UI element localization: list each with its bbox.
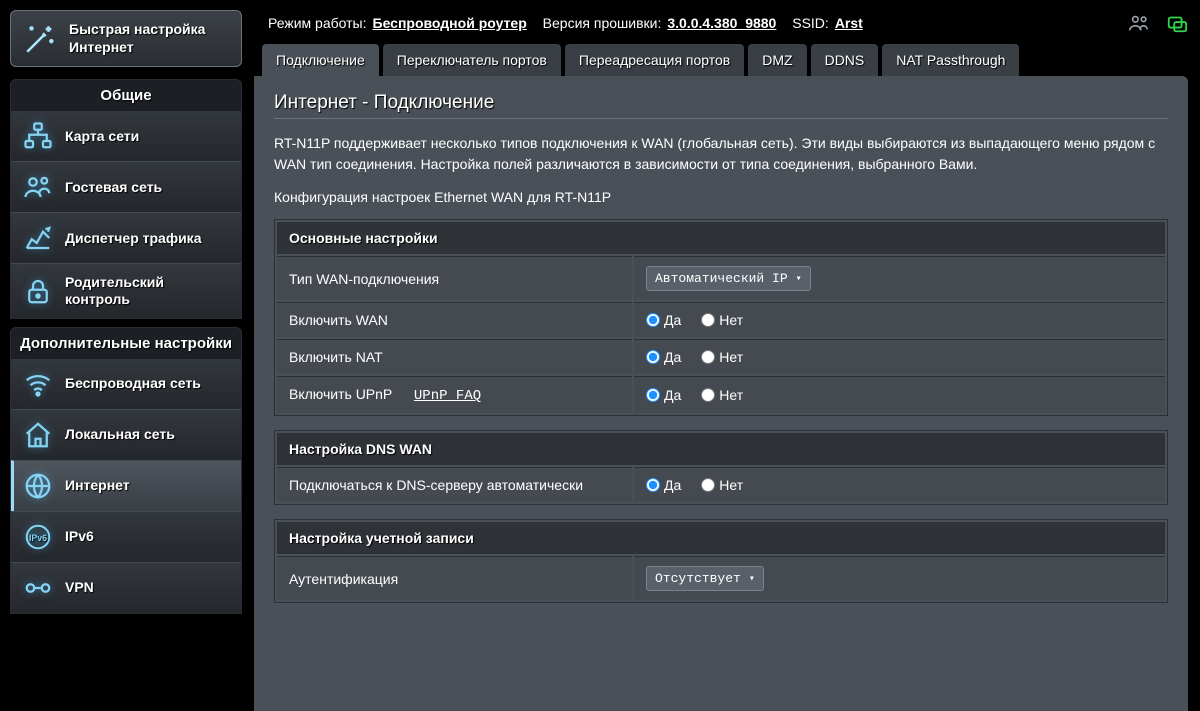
- ipv6-icon: IPv6: [23, 522, 53, 552]
- enable-upnp-yes-radio[interactable]: [646, 388, 660, 402]
- row-label-auth: Аутентификация: [277, 556, 632, 600]
- sidebar-item-label: Интернет: [65, 477, 130, 494]
- dns-auto-yes-radio[interactable]: [646, 478, 660, 492]
- row-label-enable-wan: Включить WAN: [277, 302, 632, 337]
- menu-advanced: Беспроводная сеть Локальная сеть Интерне…: [10, 359, 242, 614]
- enable-upnp-no[interactable]: Нет: [701, 387, 743, 403]
- dns-auto-no-radio[interactable]: [701, 478, 715, 492]
- quick-internet-setup-button[interactable]: Быстрая настройка Интернет: [10, 10, 242, 67]
- content-panel: Интернет - Подключение RT-N11P поддержив…: [254, 76, 1188, 711]
- enable-nat-no-radio[interactable]: [701, 350, 715, 364]
- enable-upnp-radio-group: Да Нет: [646, 387, 1153, 403]
- basic-settings-table: Основные настройки Тип WAN-подключения А…: [274, 219, 1168, 416]
- ssid-value-link[interactable]: Arst: [835, 15, 863, 31]
- auth-value: Отсутствует: [655, 571, 741, 586]
- row-label-dns-auto: Подключаться к DNS-серверу автоматически: [277, 467, 632, 502]
- firmware-value-link[interactable]: 3.0.0.4.380_9880: [667, 15, 776, 31]
- ssid-label: SSID:: [792, 15, 829, 31]
- svg-text:IPv6: IPv6: [29, 532, 47, 542]
- sidebar-item-network-map[interactable]: Карта сети: [11, 111, 241, 161]
- sidebar-item-parental-control[interactable]: Родительский контроль: [11, 263, 241, 318]
- chevron-down-icon: ▾: [749, 573, 755, 585]
- sidebar-item-label: Родительский контроль: [65, 274, 229, 308]
- sidebar-item-label: Локальная сеть: [65, 426, 175, 443]
- row-label-enable-nat: Включить NAT: [277, 339, 632, 374]
- top-bar: Режим работы: Беспроводной роутер Версия…: [254, 8, 1188, 44]
- tab-ddns[interactable]: DDNS: [811, 44, 879, 76]
- menu-general: Карта сети Гостевая сеть: [10, 111, 242, 319]
- wan-type-value: Автоматический IP: [655, 271, 788, 286]
- page-title: Интернет - Подключение: [274, 92, 1168, 119]
- sidebar-item-wireless[interactable]: Беспроводная сеть: [11, 359, 241, 409]
- enable-nat-radio-group: Да Нет: [646, 349, 1153, 365]
- mode-value-link[interactable]: Беспроводной роутер: [373, 15, 527, 31]
- tabs: Подключение Переключатель портов Переадр…: [254, 44, 1188, 76]
- page-description: RT-N11P поддерживает несколько типов под…: [274, 133, 1168, 175]
- tab-nat-passthrough[interactable]: NAT Passthrough: [882, 44, 1019, 76]
- enable-upnp-no-radio[interactable]: [701, 388, 715, 402]
- chevron-down-icon: ▾: [796, 273, 802, 285]
- tab-dmz[interactable]: DMZ: [748, 44, 806, 76]
- traffic-manager-icon: [23, 223, 53, 253]
- dns-auto-radio-group: Да Нет: [646, 477, 1153, 493]
- page-subdescription: Конфигурация настроек Ethernet WAN для R…: [274, 189, 1168, 205]
- guest-network-icon: [23, 172, 53, 202]
- firmware-label: Версия прошивки:: [543, 15, 662, 31]
- quick-internet-setup-label: Быстрая настройка Интернет: [69, 21, 229, 56]
- enable-nat-yes[interactable]: Да: [646, 349, 681, 365]
- group-header-basic: Основные настройки: [277, 222, 1165, 254]
- sidebar-item-label: VPN: [65, 579, 94, 596]
- enable-upnp-yes[interactable]: Да: [646, 387, 681, 403]
- sidebar-item-label: Диспетчер трафика: [65, 230, 201, 247]
- enable-wan-radio-group: Да Нет: [646, 312, 1153, 328]
- row-label-enable-upnp: Включить UPnP: [289, 386, 392, 402]
- group-header-dns: Настройка DNS WAN: [277, 433, 1165, 465]
- wand-icon: [23, 22, 57, 56]
- sidebar-item-traffic-manager[interactable]: Диспетчер трафика: [11, 212, 241, 263]
- upnp-faq-link[interactable]: UPnP FAQ: [414, 388, 481, 404]
- sidebar-item-label: Карта сети: [65, 128, 139, 145]
- dns-auto-yes[interactable]: Да: [646, 477, 681, 493]
- dns-settings-table: Настройка DNS WAN Подключаться к DNS-сер…: [274, 430, 1168, 505]
- sidebar-item-label: Беспроводная сеть: [65, 375, 201, 392]
- sidebar-item-vpn[interactable]: VPN: [11, 562, 241, 613]
- home-icon: [23, 420, 53, 450]
- section-header-advanced: Дополнительные настройки: [10, 327, 242, 359]
- enable-wan-no-radio[interactable]: [701, 313, 715, 327]
- sidebar-item-label: Гостевая сеть: [65, 179, 162, 196]
- enable-wan-no[interactable]: Нет: [701, 312, 743, 328]
- globe-icon: [23, 471, 53, 501]
- sidebar-item-label: IPv6: [65, 528, 94, 545]
- dns-auto-no[interactable]: Нет: [701, 477, 743, 493]
- enable-wan-yes-radio[interactable]: [646, 313, 660, 327]
- lock-icon: [23, 276, 53, 306]
- wifi-icon: [23, 369, 53, 399]
- mode-label: Режим работы:: [268, 15, 367, 31]
- enable-nat-yes-radio[interactable]: [646, 350, 660, 364]
- network-map-icon: [23, 121, 53, 151]
- clients-icon[interactable]: [1128, 12, 1150, 34]
- section-header-general: Общие: [10, 79, 242, 111]
- sidebar-item-lan[interactable]: Локальная сеть: [11, 409, 241, 460]
- tab-connection[interactable]: Подключение: [262, 44, 379, 76]
- account-settings-table: Настройка учетной записи Аутентификация …: [274, 519, 1168, 603]
- wan-type-select[interactable]: Автоматический IP ▾: [646, 266, 811, 291]
- sidebar-item-guest-network[interactable]: Гостевая сеть: [11, 161, 241, 212]
- row-label-wan-type: Тип WAN-подключения: [277, 256, 632, 300]
- tab-port-trigger[interactable]: Переключатель портов: [383, 44, 561, 76]
- enable-nat-no[interactable]: Нет: [701, 349, 743, 365]
- auth-select[interactable]: Отсутствует ▾: [646, 566, 764, 591]
- sidebar-item-ipv6[interactable]: IPv6 IPv6: [11, 511, 241, 562]
- group-header-account: Настройка учетной записи: [277, 522, 1165, 554]
- vpn-icon: [23, 573, 53, 603]
- tab-port-forwarding[interactable]: Переадресация портов: [565, 44, 744, 76]
- enable-wan-yes[interactable]: Да: [646, 312, 681, 328]
- internet-status-icon[interactable]: [1166, 12, 1188, 34]
- sidebar-item-wan[interactable]: Интернет: [11, 460, 241, 511]
